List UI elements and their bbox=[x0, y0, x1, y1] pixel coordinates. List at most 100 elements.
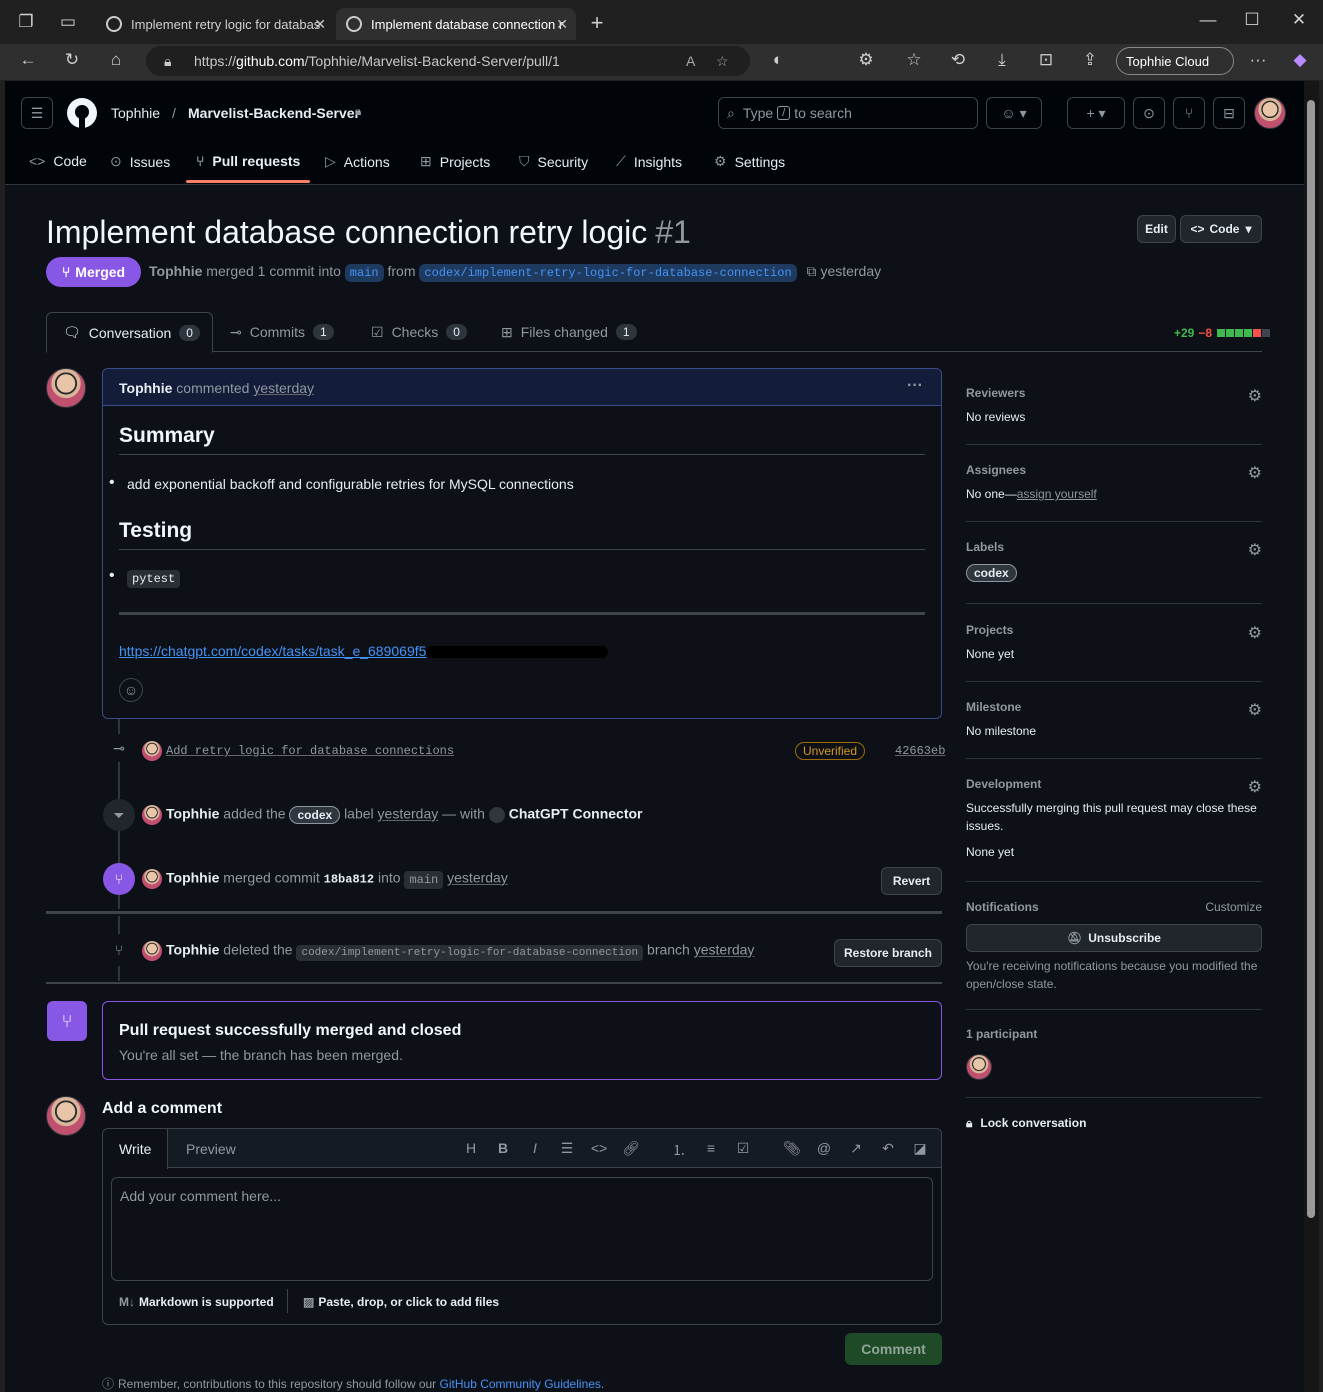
gear-icon[interactable]: ⚙ bbox=[1248, 777, 1262, 797]
url-field[interactable]: 🔒︎ https://github.com/Tophhie/Marvelist-… bbox=[146, 46, 750, 76]
github-logo-icon[interactable] bbox=[66, 97, 98, 129]
scrollbar-thumb[interactable] bbox=[1307, 100, 1315, 1218]
heading-icon[interactable]: H bbox=[461, 1140, 481, 1156]
tab-projects[interactable]: ⊞ Projects bbox=[420, 153, 490, 170]
gear-icon[interactable]: ⚙ bbox=[1248, 463, 1262, 483]
quote-icon[interactable]: ☰ bbox=[557, 1140, 577, 1157]
history-icon[interactable]: ⟲ bbox=[946, 50, 970, 70]
issues-button[interactable]: ⊙ bbox=[1133, 97, 1165, 129]
browser-tab-2[interactable]: Implement database connection r ✕ bbox=[336, 8, 576, 40]
customize-link[interactable]: Customize bbox=[1205, 900, 1262, 914]
guidelines-link[interactable]: GitHub Community Guidelines bbox=[440, 1377, 601, 1391]
tab-conversation[interactable]: 🗨︎ Conversation 0 bbox=[46, 312, 213, 353]
tab-checks[interactable]: ☑ Checks 0 bbox=[371, 312, 467, 352]
close-window-icon[interactable]: ✕ bbox=[1287, 10, 1311, 30]
copilot-button[interactable]: ☺ ▾ bbox=[986, 97, 1042, 129]
comment-author-avatar[interactable] bbox=[46, 368, 86, 408]
mention-icon[interactable]: @ bbox=[814, 1140, 834, 1156]
unverified-badge[interactable]: Unverified bbox=[795, 742, 866, 760]
tab-pull-requests[interactable]: ⑂ Pull requests bbox=[196, 153, 300, 169]
tab-code[interactable]: <> Code bbox=[29, 153, 87, 169]
label-pill[interactable]: codex bbox=[289, 805, 341, 824]
markdown-note[interactable]: M↓ Markdown is supported bbox=[119, 1295, 274, 1309]
revert-button[interactable]: Revert bbox=[881, 867, 942, 895]
close-tab-icon[interactable]: ✕ bbox=[556, 16, 568, 33]
comment-menu-icon[interactable]: ··· bbox=[907, 377, 923, 395]
code-icon[interactable]: <> bbox=[589, 1140, 609, 1156]
download-icon[interactable]: ⤓ bbox=[990, 50, 1014, 70]
tab-preview[interactable]: Preview bbox=[170, 1129, 252, 1168]
browser-tab-1[interactable]: Implement retry logic for databas ✕ bbox=[96, 8, 334, 40]
attach-icon[interactable]: 📎︎ bbox=[782, 1140, 802, 1157]
comment-textarea[interactable] bbox=[111, 1177, 933, 1281]
close-tab-icon[interactable]: ✕ bbox=[314, 16, 326, 33]
assign-yourself-link[interactable]: assign yourself bbox=[1017, 487, 1097, 501]
tab-insights[interactable]: ⟋ Insights bbox=[616, 153, 682, 170]
event-time[interactable]: yesterday bbox=[694, 942, 755, 958]
slash-commands-icon[interactable]: ◪ bbox=[910, 1140, 930, 1157]
refresh-icon[interactable]: ↻ bbox=[60, 50, 84, 70]
current-user-avatar[interactable] bbox=[46, 1096, 86, 1136]
unsubscribe-button[interactable]: 🔕︎ Unsubscribe bbox=[966, 924, 1262, 952]
read-aloud-icon[interactable]: A bbox=[686, 53, 695, 69]
target-branch[interactable]: main bbox=[404, 870, 444, 889]
tab-write[interactable]: Write bbox=[103, 1129, 169, 1169]
actor-avatar[interactable] bbox=[142, 869, 162, 889]
unordered-list-icon[interactable]: ≡ bbox=[701, 1140, 721, 1156]
more-menu-icon[interactable]: ··· bbox=[1246, 50, 1270, 70]
bold-icon[interactable]: B bbox=[493, 1140, 513, 1156]
vertical-tabs-icon[interactable]: ▭ bbox=[56, 12, 80, 32]
event-time[interactable]: yesterday bbox=[447, 870, 508, 886]
task-link[interactable]: https://chatgpt.com/codex/tasks/task_e_6… bbox=[119, 643, 609, 659]
owner-link[interactable]: Tophhie bbox=[111, 105, 160, 121]
tab-settings[interactable]: ⚙ Settings bbox=[714, 153, 785, 170]
gear-icon[interactable]: ⚙ bbox=[1248, 700, 1262, 720]
new-tab-icon[interactable]: + bbox=[585, 10, 609, 36]
tab-security[interactable]: ⛉ Security bbox=[519, 153, 588, 170]
maximize-icon[interactable]: ☐ bbox=[1240, 10, 1264, 30]
favorites-icon[interactable]: ☆ bbox=[902, 50, 926, 70]
edit-button[interactable]: Edit bbox=[1137, 215, 1176, 243]
author-link[interactable]: Tophhie bbox=[149, 263, 202, 279]
extension-icon[interactable]: ◐ bbox=[766, 50, 790, 70]
tab-files-changed[interactable]: ⊞ Files changed 1 bbox=[501, 312, 637, 352]
copy-icon[interactable]: ⧉ bbox=[807, 263, 817, 279]
share-icon[interactable]: ⇪ bbox=[1078, 50, 1102, 70]
tab-issues[interactable]: ⊙ Issues bbox=[110, 153, 170, 170]
event-time[interactable]: yesterday bbox=[378, 806, 439, 822]
minimize-icon[interactable]: — bbox=[1196, 10, 1220, 30]
label-pill[interactable]: codex bbox=[966, 564, 1017, 582]
merge-commit-sha[interactable]: 18ba812 bbox=[324, 873, 374, 887]
commit-sha[interactable]: 42663eb bbox=[895, 744, 945, 758]
pull-requests-button[interactable]: ⑂ bbox=[1173, 97, 1205, 129]
head-branch[interactable]: codex/implement-retry-logic-for-database… bbox=[419, 264, 797, 282]
event-actor[interactable]: Tophhie bbox=[166, 870, 219, 886]
participant-avatar[interactable] bbox=[966, 1054, 992, 1080]
extensions-icon[interactable]: ⚙ bbox=[854, 50, 878, 70]
favorite-star-icon[interactable]: ☆ bbox=[716, 53, 729, 70]
gear-icon[interactable]: ⚙ bbox=[1248, 386, 1262, 406]
profile-button[interactable]: Tophhie Cloud bbox=[1116, 47, 1234, 75]
add-reaction-button[interactable]: ☺ bbox=[119, 678, 143, 702]
link-icon[interactable]: 🔗︎ bbox=[621, 1140, 641, 1157]
restore-branch-button[interactable]: Restore branch bbox=[834, 939, 942, 967]
event-actor[interactable]: Tophhie bbox=[166, 806, 219, 822]
tab-actions[interactable]: ▷ Actions bbox=[325, 153, 390, 170]
event-actor[interactable]: Tophhie bbox=[166, 942, 219, 958]
create-new-button[interactable]: + ▾ bbox=[1067, 97, 1125, 129]
copilot-icon[interactable]: ◆ bbox=[1288, 50, 1312, 70]
reply-icon[interactable]: ↶ bbox=[878, 1140, 898, 1157]
lock-conversation-button[interactable]: 🔒︎ Lock conversation bbox=[966, 1116, 1086, 1131]
base-branch[interactable]: main bbox=[344, 264, 384, 282]
user-avatar[interactable] bbox=[1254, 97, 1286, 129]
commit-message[interactable]: Add retry logic for database connections bbox=[166, 744, 454, 758]
search-input[interactable]: ⌕ Type / to search bbox=[718, 97, 978, 129]
gear-icon[interactable]: ⚙ bbox=[1248, 540, 1262, 560]
comment-submit-button[interactable]: Comment bbox=[845, 1333, 942, 1365]
gear-icon[interactable]: ⚙ bbox=[1248, 623, 1262, 643]
task-list-icon[interactable]: ☑ bbox=[733, 1140, 753, 1157]
comment-time[interactable]: yesterday bbox=[253, 380, 314, 396]
code-button[interactable]: <> Code ▾ bbox=[1180, 215, 1262, 243]
ordered-list-icon[interactable]: ⒈ bbox=[669, 1140, 689, 1160]
comment-author[interactable]: Tophhie bbox=[119, 380, 172, 396]
